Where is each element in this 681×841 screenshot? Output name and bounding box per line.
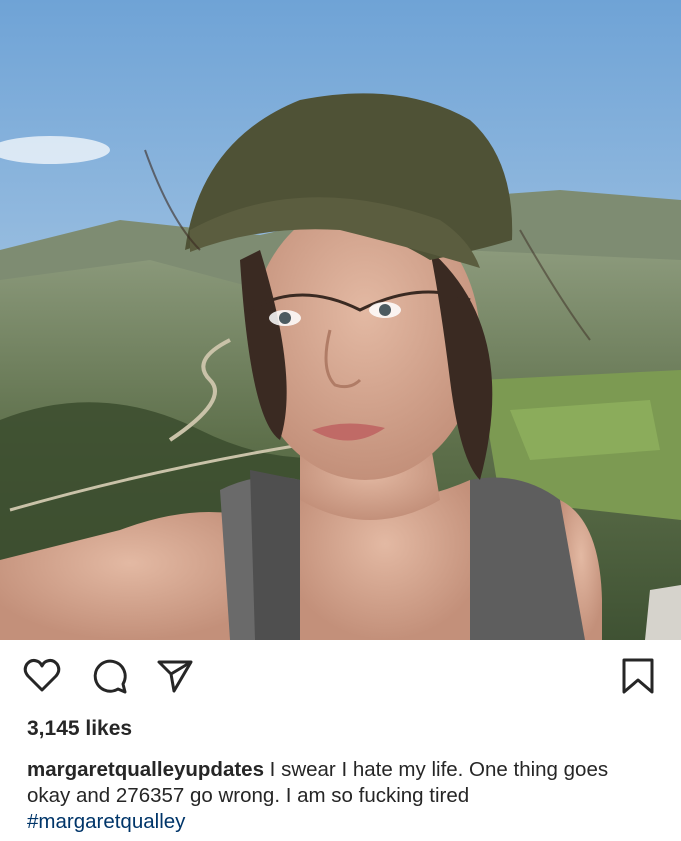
post-actions-bar	[0, 640, 681, 714]
bookmark-icon[interactable]	[618, 656, 658, 696]
likes-count[interactable]: 3,145 likes	[27, 717, 132, 741]
post-photo[interactable]	[0, 0, 681, 640]
post-caption: margaretqualleyupdates I swear I hate my…	[27, 757, 657, 835]
instagram-post: 3,145 likes margaretqualleyupdates I swe…	[0, 0, 681, 841]
caption-username[interactable]: margaretqualleyupdates	[27, 758, 264, 781]
send-icon[interactable]	[155, 656, 195, 696]
comment-icon[interactable]	[90, 656, 130, 696]
caption-hashtag[interactable]: #margaretqualley	[27, 809, 657, 835]
selfie-image	[0, 0, 681, 640]
heart-icon[interactable]	[22, 656, 62, 696]
